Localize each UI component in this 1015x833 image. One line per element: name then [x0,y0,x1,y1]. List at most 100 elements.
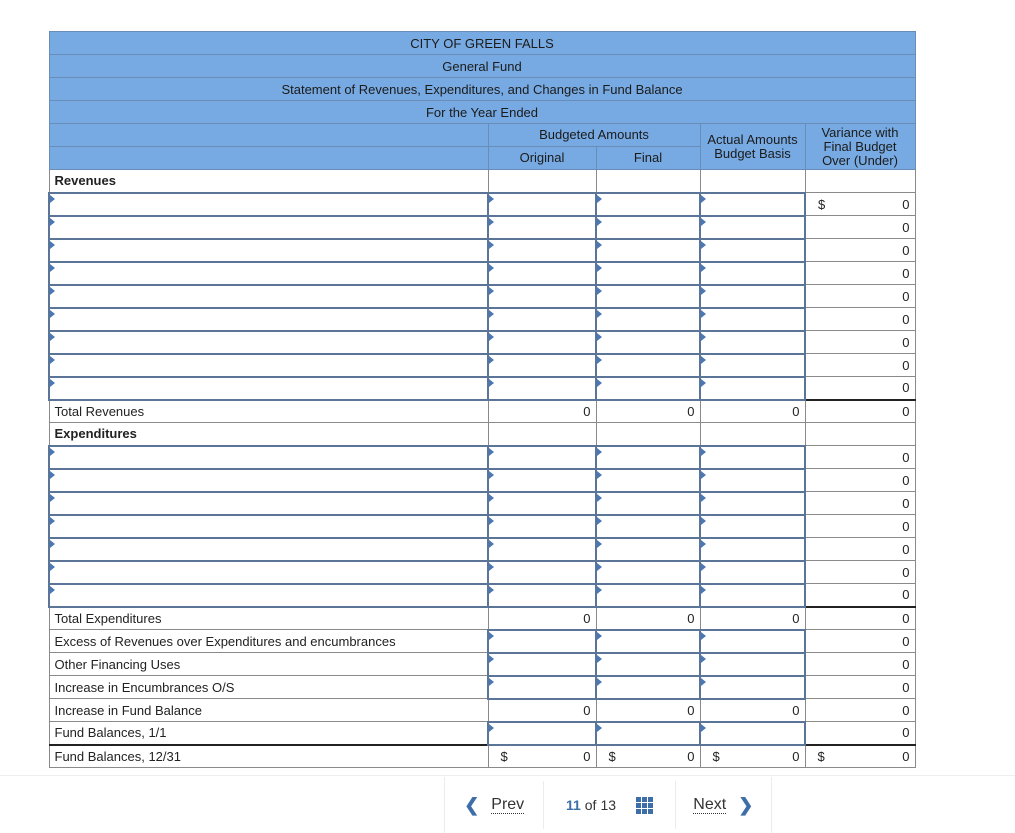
encumbrances-final-input[interactable] [595,674,701,700]
revenue-label-input[interactable] [48,329,489,355]
expenditure-actual-input[interactable] [699,513,806,539]
prev-link[interactable]: Prev [491,796,525,814]
revenue-actual-input[interactable] [699,191,806,217]
encumbrances-actual-input[interactable] [699,674,806,700]
excess-original-input[interactable] [487,628,597,654]
revenue-variance: 0 [804,261,916,285]
revenue-final-input[interactable] [595,260,701,286]
revenue-final-input[interactable] [595,375,701,401]
revenue-label-input[interactable] [48,260,489,286]
increase-fund-variance: 0 [804,698,916,722]
expenditure-actual-input[interactable] [699,490,806,516]
revenue-actual-input[interactable] [699,214,806,240]
revenue-original-input[interactable] [487,260,597,286]
expenditure-final-input[interactable] [595,513,701,539]
expenditure-original-input[interactable] [487,582,597,608]
expenditure-final-input[interactable] [595,536,701,562]
expenditure-label-input[interactable] [48,536,489,562]
revenue-original-input[interactable] [487,283,597,309]
footer-divider [0,775,1015,776]
revenue-original-input[interactable] [487,237,597,263]
expenditure-final-input[interactable] [595,467,701,493]
increase-fund-label: Increase in Fund Balance [48,698,489,722]
next-button[interactable]: Next ❯ [676,781,771,829]
revenue-row: 0 [48,260,916,286]
revenue-label-input[interactable] [48,306,489,332]
expenditure-final-input[interactable] [595,490,701,516]
revenue-final-input[interactable] [595,283,701,309]
revenue-final-input[interactable] [595,237,701,263]
expenditure-actual-input[interactable] [699,582,806,608]
revenue-actual-input[interactable] [699,352,806,378]
revenue-final-input[interactable] [595,352,701,378]
excess-actual-input[interactable] [699,628,806,654]
fund-begin-final-input[interactable] [595,720,701,746]
revenue-actual-input[interactable] [699,260,806,286]
other-financing-final-input[interactable] [595,651,701,677]
expenditure-final-input[interactable] [595,559,701,585]
revenue-variance: 0 [804,330,916,354]
expenditure-label-input[interactable] [48,467,489,493]
expenditure-original-input[interactable] [487,467,597,493]
revenue-final-input[interactable] [595,214,701,240]
revenue-label-input[interactable] [48,191,489,217]
revenue-label-input[interactable] [48,237,489,263]
revenue-label-input[interactable] [48,375,489,401]
revenue-actual-input[interactable] [699,375,806,401]
expenditure-row: 0 [48,582,916,608]
expenditure-row: 0 [48,536,916,562]
prev-button[interactable]: ❮ Prev [445,781,545,829]
revenue-original-input[interactable] [487,352,597,378]
revenue-variance: 0 [804,307,916,331]
revenue-actual-input[interactable] [699,329,806,355]
other-financing-original-input[interactable] [487,651,597,677]
total-revenues-final: 0 [595,398,701,423]
expenditure-final-input[interactable] [595,582,701,608]
expenditures-section-label: Expenditures [48,422,489,446]
expenditure-final-input[interactable] [595,444,701,470]
expenditure-label-input[interactable] [48,444,489,470]
total-revenues-original: 0 [487,398,597,423]
revenue-final-input[interactable] [595,191,701,217]
revenue-final-input[interactable] [595,306,701,332]
revenue-actual-input[interactable] [699,306,806,332]
revenue-actual-input[interactable] [699,237,806,263]
revenue-label-input[interactable] [48,283,489,309]
revenue-label-input[interactable] [48,352,489,378]
expenditure-actual-input[interactable] [699,559,806,585]
revenue-original-input[interactable] [487,306,597,332]
fund-begin-actual-input[interactable] [699,720,806,746]
expenditure-original-input[interactable] [487,444,597,470]
encumbrances-original-input[interactable] [487,674,597,700]
next-link[interactable]: Next [693,796,727,814]
expenditure-actual-input[interactable] [699,444,806,470]
grid-icon[interactable] [636,796,654,814]
expenditure-label-input[interactable] [48,582,489,608]
expenditure-original-input[interactable] [487,536,597,562]
dollar-sign: $ [818,196,826,212]
statement-title: Statement of Revenues, Expenditures, and… [48,77,916,101]
expenditure-original-input[interactable] [487,490,597,516]
expenditure-original-input[interactable] [487,559,597,585]
revenue-original-input[interactable] [487,329,597,355]
revenue-original-input[interactable] [487,214,597,240]
other-financing-variance: 0 [804,652,916,676]
chevron-right-icon: ❯ [738,794,754,815]
revenue-final-input[interactable] [595,329,701,355]
revenue-original-input[interactable] [487,191,597,217]
other-financing-actual-input[interactable] [699,651,806,677]
fund-begin-original-input[interactable] [487,720,597,746]
revenue-actual-input[interactable] [699,283,806,309]
expenditure-actual-input[interactable] [699,536,806,562]
expenditure-original-input[interactable] [487,513,597,539]
revenue-label-input[interactable] [48,214,489,240]
revenue-variance: 0 [804,353,916,377]
excess-final-input[interactable] [595,628,701,654]
expenditure-row: 0 [48,444,916,470]
expenditure-actual-input[interactable] [699,467,806,493]
expenditure-label-input[interactable] [48,559,489,585]
variance-header: Variance with Final Budget Over (Under) [804,123,916,170]
revenue-original-input[interactable] [487,375,597,401]
expenditure-label-input[interactable] [48,513,489,539]
expenditure-label-input[interactable] [48,490,489,516]
